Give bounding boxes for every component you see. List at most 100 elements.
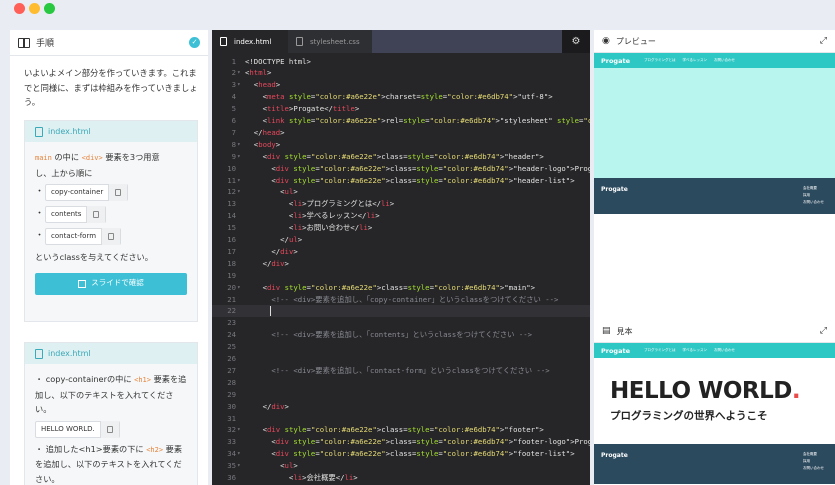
line-number: 2 <box>231 68 236 78</box>
code-line[interactable]: 25 <box>212 341 590 353</box>
copy-button[interactable] <box>101 228 121 246</box>
code-line[interactable]: 29 <box>212 389 590 401</box>
line-number: 8 <box>231 139 236 149</box>
instructions-header: 手順 ✓ <box>10 30 208 56</box>
code-line[interactable]: 34 ▾ <div style="color:#a6e22e">class=sty… <box>212 448 590 460</box>
card-header: index.html <box>25 343 197 364</box>
code-text: <!-- <div>要素を追加し、「contact-form」というclassを… <box>271 365 550 375</box>
preview-panel: ◉ プレビュー ⤢ Progate プログラミングとは 学べるレッスン お問い合… <box>594 30 835 321</box>
line-number: 36 <box>227 473 236 482</box>
code-text: <div style="color:#a6e22e">class=style="… <box>245 449 575 459</box>
fold-arrow-icon[interactable]: ▾ <box>237 139 241 151</box>
minimize-window-button[interactable] <box>29 3 40 14</box>
line-number: 12 <box>227 187 236 197</box>
expand-icon[interactable]: ⤢ <box>820 326 827 336</box>
code-line[interactable]: 9 ▾ <div style="color:#a6e22e">class=styl… <box>212 151 590 163</box>
fold-arrow-icon[interactable]: ▾ <box>237 282 241 294</box>
line-number: 18 <box>227 258 236 268</box>
line-number: 22 <box>227 306 236 316</box>
line-number: 14 <box>227 211 236 221</box>
line-number: 25 <box>227 342 236 352</box>
copy-button[interactable] <box>86 206 106 224</box>
code-line[interactable]: 11 ▾ <div style="color:#a6e22e">class=sty… <box>212 175 590 187</box>
gear-icon[interactable]: ⚙ <box>562 30 590 53</box>
maximize-window-button[interactable] <box>44 3 55 14</box>
window-titlebar <box>0 0 835 22</box>
instructions-intro: いよいよメイン部分を作っていきます。これまでと同様に、まずは枠組みを作っていきま… <box>24 68 198 108</box>
editor-tabs: index.html stylesheet.css ⚙ <box>212 30 590 53</box>
code-line[interactable]: 31 <box>212 413 590 425</box>
code-line[interactable]: 23 <box>212 317 590 329</box>
tab-bar-spacer <box>372 30 562 53</box>
line-number: 7 <box>231 127 236 137</box>
fold-arrow-icon[interactable]: ▾ <box>237 67 241 79</box>
code-line[interactable]: 3 ▾ <head> <box>212 79 590 91</box>
code-line[interactable]: 26 <box>212 353 590 365</box>
code-line[interactable]: 4 <meta style="color:#a6e22e">charset=st… <box>212 91 590 103</box>
line-number: 5 <box>231 104 236 114</box>
fold-arrow-icon[interactable]: ▾ <box>237 186 241 198</box>
card-body: main の中に <div> 要素を3つ用意 し、上から順に ・ copy-co… <box>25 142 197 295</box>
code-line[interactable]: 5 <title>Progate</title> <box>212 103 590 115</box>
line-number: 26 <box>227 354 236 363</box>
preview-header-bar: Progate プログラミングとは 学べるレッスン お問い合わせ <box>594 53 835 68</box>
line-number: 34 <box>227 449 236 459</box>
code-line[interactable]: 24 <!-- <div>要素を追加し、「contents」というclassをつ… <box>212 329 590 341</box>
sample-footer-logo: Progate <box>601 452 628 459</box>
copy-button[interactable] <box>99 420 119 438</box>
fold-arrow-icon[interactable]: ▾ <box>237 79 241 91</box>
copy-button[interactable] <box>108 184 128 202</box>
code-line[interactable]: 28 <box>212 377 590 389</box>
code-line[interactable]: 16 </ul> <box>212 234 590 246</box>
fold-arrow-icon[interactable]: ▾ <box>237 448 241 460</box>
tab-stylesheet-css[interactable]: stylesheet.css <box>288 30 372 53</box>
code-line[interactable]: 21 <!-- <div>要素を追加し、「copy-container」というc… <box>212 294 590 306</box>
fold-arrow-icon[interactable]: ▾ <box>237 460 241 472</box>
code-text: <li>学べるレッスン</li> <box>245 211 380 221</box>
code-line[interactable]: 17 </div> <box>212 246 590 258</box>
copy-text-item: HELLO WORLD. <box>35 420 187 438</box>
code-line[interactable]: 35 ▾ <ul> <box>212 460 590 472</box>
code-line[interactable]: 20 ▾ <div style="color:#a6e22e">class=sty… <box>212 282 590 294</box>
close-window-button[interactable] <box>14 3 25 14</box>
preview-nav-item: お問い合わせ <box>714 58 735 62</box>
tab-index-html[interactable]: index.html <box>212 30 288 53</box>
code-line[interactable]: 27 <!-- <div>要素を追加し、「contact-form」というcla… <box>212 365 590 377</box>
fold-arrow-icon[interactable]: ▾ <box>237 175 241 187</box>
code-line[interactable]: 2 ▾ <html> <box>212 67 590 79</box>
code-text: <head> <box>245 80 281 90</box>
card-text-line: ・ 追加した<h1>要素の下に <h2> 要素を追加し、以下のテキストを入れてく… <box>35 443 183 484</box>
sample-panel: ▤ 見本 ⤢ Progate プログラミングとは 学べるレッスン お問い合わせ … <box>594 320 835 485</box>
expand-icon[interactable]: ⤢ <box>820 36 827 46</box>
sample-header-bar: Progate プログラミングとは 学べるレッスン お問い合わせ <box>594 343 835 358</box>
copy-icon <box>93 211 100 219</box>
line-number: 4 <box>231 92 236 102</box>
code-line[interactable]: 22 <box>212 305 590 318</box>
eye-icon: ◉ <box>602 36 610 46</box>
code-line[interactable]: 32 ▾ <div style="color:#a6e22e">class=sty… <box>212 424 590 436</box>
code-line[interactable]: 15 <li>お問い合わせ</li> <box>212 222 590 234</box>
code-line[interactable]: 6 <link style="color:#a6e22e">rel=style=… <box>212 115 590 127</box>
code-line[interactable]: 1 <!DOCTYPE html> <box>212 56 590 68</box>
code-line[interactable]: 13 <li>プログラミングとは</li> <box>212 198 590 210</box>
copy-icon <box>115 189 122 197</box>
card-text-line: main の中に <div> 要素を3つ用意 <box>35 152 160 162</box>
code-snippet: <div> <box>81 154 103 162</box>
class-item: ・ contact-form <box>35 228 187 246</box>
code-line[interactable]: 10 <div style="color:#a6e22e">class=styl… <box>212 163 590 175</box>
code-line[interactable]: 36 <li>会社概要</li> <box>212 472 590 484</box>
code-line[interactable]: 33 <div style="color:#a6e22e">class=styl… <box>212 436 590 448</box>
card-text-line: し、上から順に <box>35 167 93 178</box>
code-line[interactable]: 30 </div> <box>212 401 590 413</box>
code-line[interactable]: 8 ▾ <body> <box>212 139 590 151</box>
code-line[interactable]: 18 </div> <box>212 258 590 270</box>
code-text: <!DOCTYPE html> <box>245 56 311 66</box>
fold-arrow-icon[interactable]: ▾ <box>237 424 241 436</box>
code-line[interactable]: 7 </head> <box>212 127 590 139</box>
view-slide-button[interactable]: スライドで確認 <box>35 272 187 295</box>
code-line[interactable]: 19 <box>212 270 590 282</box>
fold-arrow-icon[interactable]: ▾ <box>237 151 241 163</box>
code-line[interactable]: 12 ▾ <ul> <box>212 186 590 198</box>
code-line[interactable]: 14 <li>学べるレッスン</li> <box>212 210 590 222</box>
